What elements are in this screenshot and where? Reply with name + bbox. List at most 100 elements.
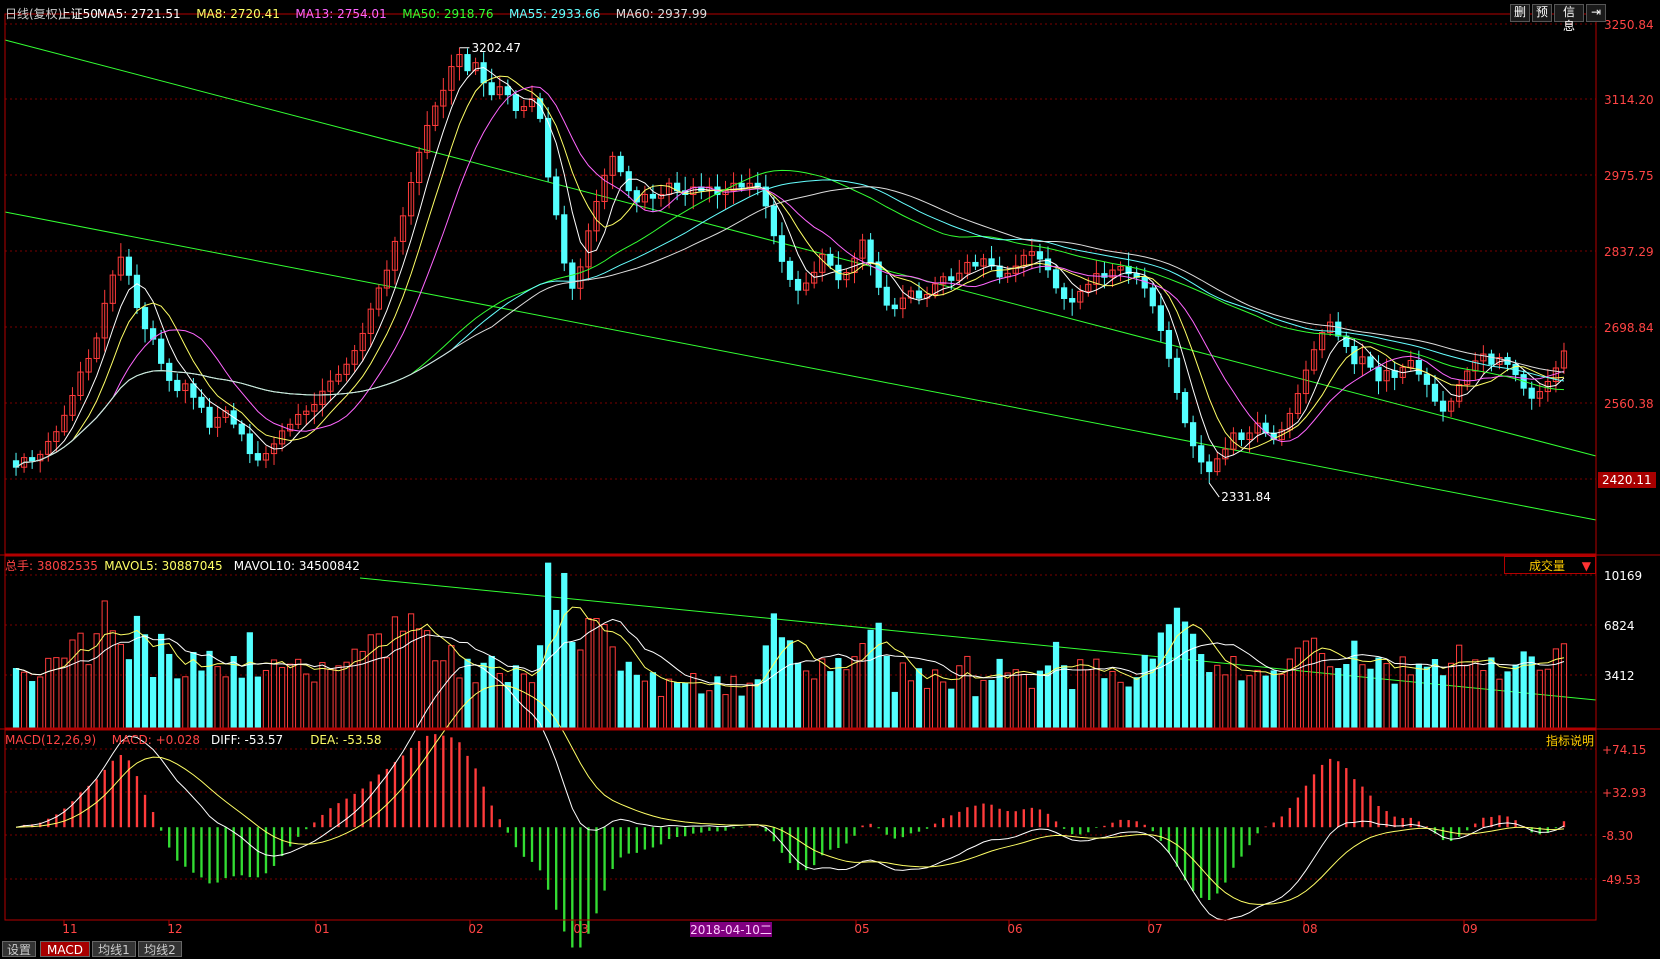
volume-down (1512, 664, 1519, 729)
candle-down (1052, 269, 1060, 289)
legend-item: MA5: 2721.51 (97, 7, 181, 21)
volume-down (786, 640, 794, 729)
candle-down (1528, 387, 1535, 399)
candle-down (972, 261, 979, 267)
candle-down (512, 94, 520, 111)
volume-up (1020, 673, 1027, 729)
candle-down (778, 235, 786, 262)
volume-down (1133, 677, 1140, 729)
volume-down (1488, 657, 1495, 729)
candle-down (1238, 432, 1245, 441)
info-button[interactable]: 信息 (1554, 4, 1584, 33)
candle-down (198, 396, 205, 408)
volume-up (931, 669, 939, 729)
x-tick-label: 12 (167, 922, 182, 936)
volume-up (1254, 669, 1261, 729)
volume-down (1415, 663, 1422, 729)
candle-down (1431, 383, 1439, 402)
candle-down (1262, 422, 1269, 434)
volume-down (674, 682, 681, 729)
candle-down (1060, 287, 1068, 299)
volume-up (1447, 662, 1455, 729)
indicator-dropdown[interactable]: 成交量 ▼ (1504, 556, 1596, 574)
forecast-button[interactable]: 预 (1532, 4, 1552, 22)
candle-down (1375, 366, 1382, 382)
candle-down (891, 304, 898, 310)
volume-up (37, 676, 44, 729)
volume-up (20, 671, 28, 729)
volume-down (29, 681, 36, 729)
delete-button[interactable]: 删 (1510, 4, 1530, 22)
volume-up (69, 639, 76, 729)
volume-tick-label: 10169 (1604, 569, 1642, 583)
high-label: 3202.47 (471, 41, 521, 55)
candle-down (1173, 357, 1181, 394)
volume-down (480, 662, 487, 729)
volume-bars[interactable] (12, 562, 1568, 729)
volume-down (1173, 607, 1181, 729)
volume-down (1431, 659, 1439, 729)
tab-settings[interactable]: 设置 (2, 941, 36, 957)
volume-up (182, 676, 189, 729)
candle-down (174, 379, 181, 392)
indicator-help-button[interactable]: 指标说明 (1546, 732, 1594, 749)
volume-up (343, 661, 350, 729)
volume-down (238, 677, 245, 729)
volume-down (166, 653, 173, 729)
x-tick-label: 07 (1147, 922, 1162, 936)
volume-up (585, 617, 592, 729)
volume-down (1060, 665, 1068, 729)
legend-item: MAVOL5: 30887045 (104, 559, 223, 573)
volume-up (1359, 664, 1366, 729)
tab-ma1[interactable]: 均线1 (92, 941, 136, 957)
volume-up (601, 623, 608, 729)
volume-down (1036, 670, 1044, 729)
volume-up (1552, 648, 1560, 729)
volume-up (85, 664, 92, 729)
volume-up (964, 655, 971, 729)
volume-down (133, 615, 141, 729)
volume-down (1069, 689, 1076, 729)
volume-down (625, 661, 632, 729)
candle-down (883, 286, 890, 306)
candle-down (1391, 370, 1398, 378)
volume-up (93, 633, 100, 729)
volume-up (819, 658, 826, 729)
volume-down (1391, 683, 1398, 729)
chart-text: 3202.47 2331.84 3250.84 3114.20 2975.75 2837.… (5, 7, 1656, 937)
volume-down (190, 651, 197, 729)
volume-up (980, 679, 987, 729)
stock-chart: 3202.47 2331.84 3250.84 3114.20 2975.75 2837.… (0, 7, 1660, 948)
candle-down (1157, 305, 1164, 331)
volume-up (1117, 681, 1124, 729)
volume-down (1181, 621, 1189, 729)
volume-up (609, 646, 616, 729)
tab-ma2[interactable]: 均线2 (138, 941, 182, 957)
volume-down (125, 659, 133, 729)
volume-up (295, 658, 302, 729)
cursor-date-label: 2018-04-10二 (690, 923, 772, 937)
trend-line (4, 39, 1597, 457)
volume-down (198, 670, 205, 729)
volume-down (1238, 680, 1245, 729)
volume-down (464, 658, 471, 729)
candle-down (1351, 345, 1358, 365)
candle-down (827, 253, 834, 266)
volume-up (391, 616, 399, 729)
volume-up (593, 617, 600, 729)
volume-down (1270, 670, 1277, 729)
volume-down (996, 658, 1003, 729)
price-tick-label: 2698.84 (1604, 321, 1654, 335)
volume-down (1141, 654, 1148, 729)
tab-macd[interactable]: MACD (40, 941, 90, 957)
volume-up (1472, 659, 1479, 729)
volume-down (1343, 664, 1350, 729)
candle-down (1069, 297, 1076, 303)
volume-up (214, 666, 221, 729)
volume-down (1375, 657, 1382, 729)
expand-icon[interactable]: ⇥ (1586, 4, 1606, 22)
volume-up (1230, 656, 1237, 729)
x-tick-label: 09 (1462, 922, 1477, 936)
panel-frame (4, 729, 1597, 921)
candle-down (1335, 321, 1342, 337)
